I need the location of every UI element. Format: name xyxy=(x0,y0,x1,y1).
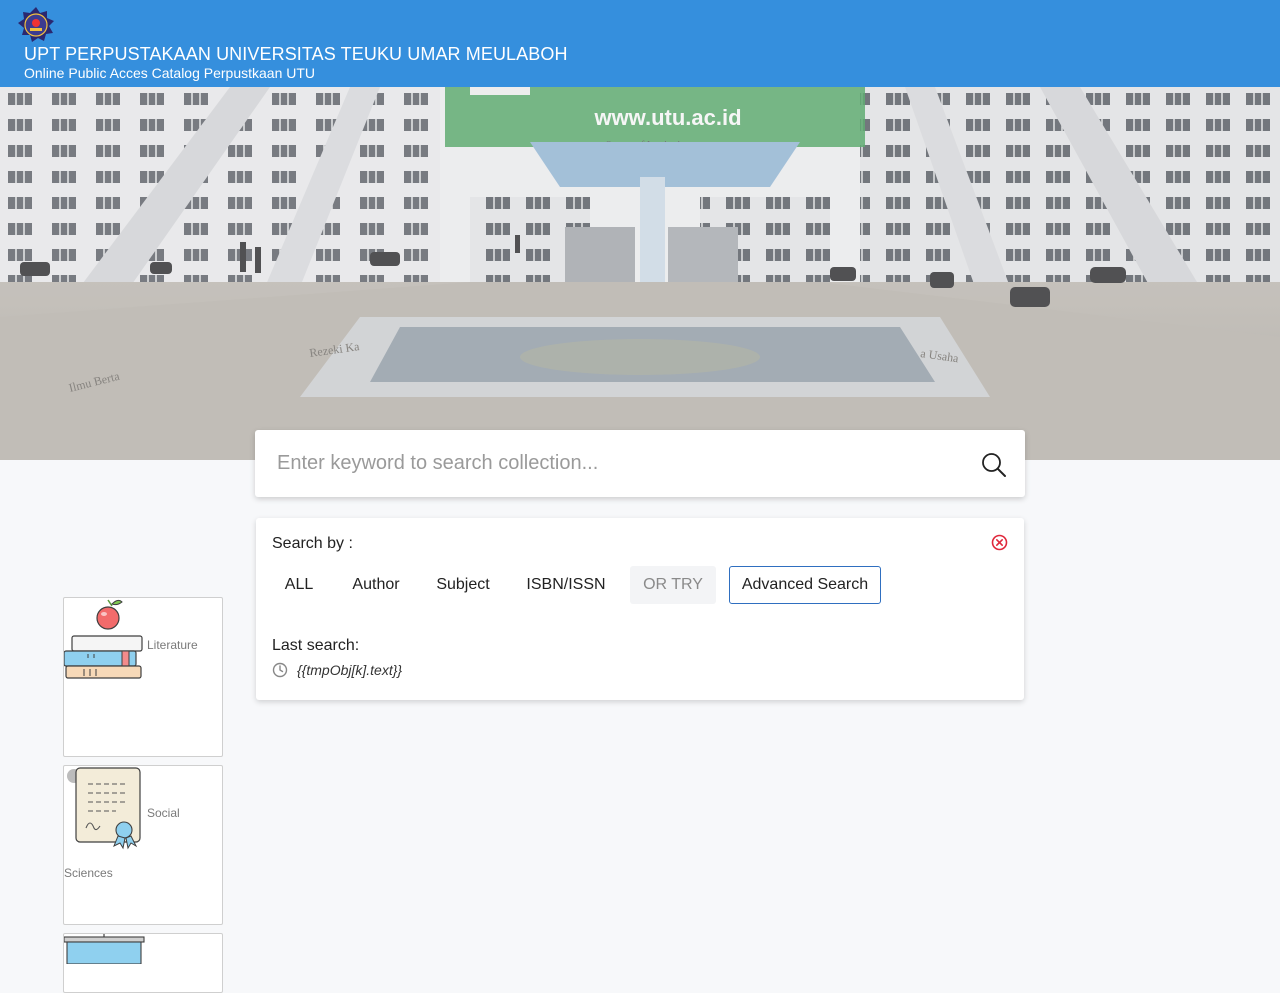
category-card-literature[interactable]: Literature xyxy=(63,597,223,757)
university-seal-icon[interactable] xyxy=(17,6,55,44)
category-label-literature: Literature xyxy=(147,638,198,652)
site-header: UPT PERPUSTAKAAN UNIVERSITAS TEUKU UMAR … xyxy=(0,0,1280,87)
option-author[interactable]: Author xyxy=(342,566,410,604)
category-label-social: Social xyxy=(147,806,180,820)
last-search-label: Last search: xyxy=(272,637,360,654)
option-subject[interactable]: Subject xyxy=(427,566,499,604)
or-try-label: OR TRY xyxy=(630,566,716,604)
certificate-icon xyxy=(67,767,141,850)
advanced-search-button[interactable]: Advanced Search xyxy=(729,566,881,604)
hero-campus-image: www.utu.ac.id Source of Inspiration Reze… xyxy=(0,87,1280,460)
category-label-sciences: Sciences xyxy=(64,866,113,880)
category-card-social-sciences[interactable]: Social Sciences xyxy=(63,765,223,925)
search-bar xyxy=(255,430,1025,497)
search-icon xyxy=(982,453,1006,477)
close-panel-button[interactable] xyxy=(991,534,1008,551)
site-subtitle: Online Public Acces Catalog Perpustkaan … xyxy=(24,65,316,81)
search-by-label: Search by : xyxy=(272,535,353,552)
site-title: UPT PERPUSTAKAAN UNIVERSITAS TEUKU UMAR … xyxy=(24,44,568,64)
search-button[interactable] xyxy=(979,450,1009,480)
search-input[interactable] xyxy=(255,430,955,497)
books-apple-icon xyxy=(64,599,143,679)
category-card-third[interactable] xyxy=(63,933,223,993)
search-options-panel: Search by : ALL Author Subject ISBN/ISSN… xyxy=(256,518,1024,700)
last-search-text: {{tmpObj[k].text}} xyxy=(297,662,403,678)
option-all[interactable]: ALL xyxy=(272,566,326,604)
close-circle-icon xyxy=(991,534,1008,551)
clock-icon xyxy=(272,662,288,678)
option-isbn-issn[interactable]: ISBN/ISSN xyxy=(516,566,616,604)
